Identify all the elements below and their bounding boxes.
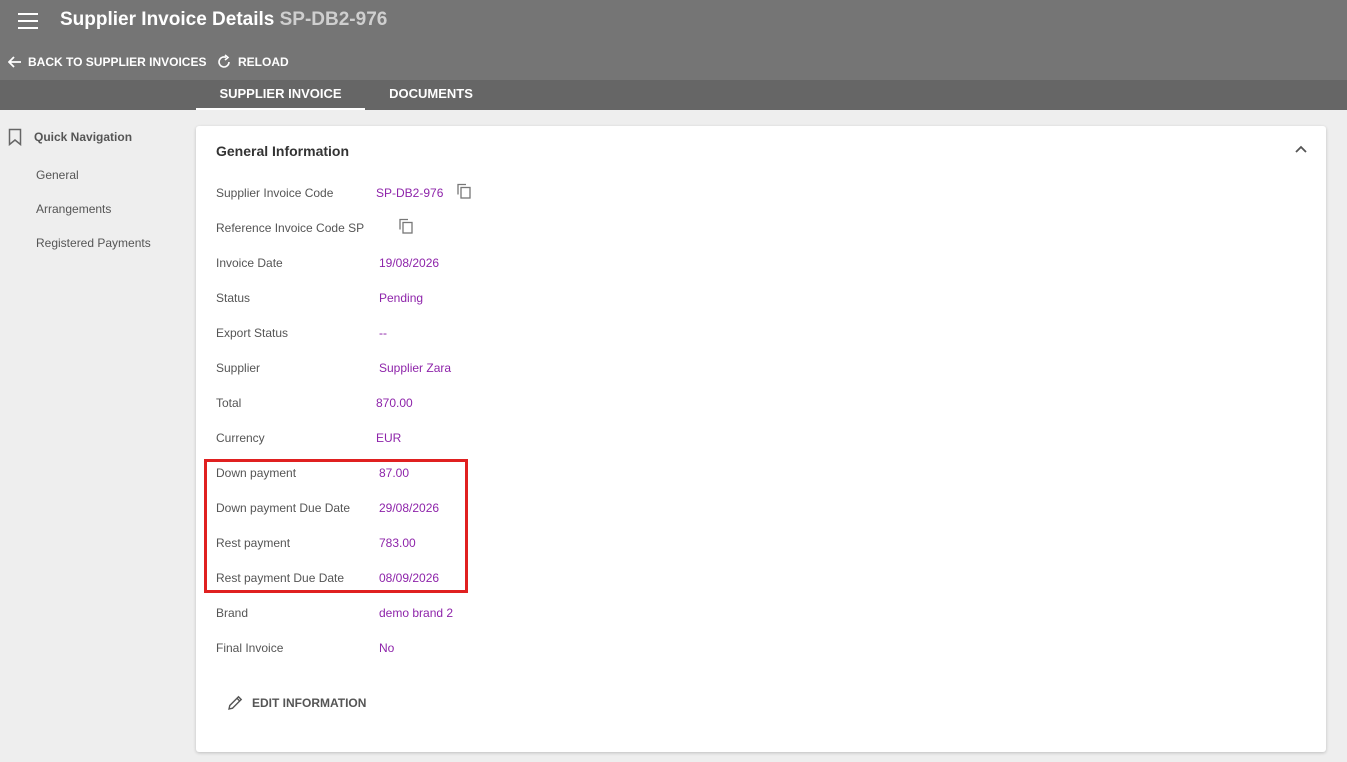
field-label: Invoice Date xyxy=(216,256,283,270)
top-bar: Supplier Invoice Details SP-DB2-976 BACK… xyxy=(0,0,1347,80)
field-label: Supplier xyxy=(216,361,261,375)
tab-supplier-invoice[interactable]: SUPPLIER INVOICE xyxy=(196,80,365,110)
quick-nav-item-general[interactable]: General xyxy=(36,168,79,182)
card-title: General Information xyxy=(216,143,350,159)
field-label: Supplier Invoice Code xyxy=(216,186,334,200)
field-value: demo brand 2 xyxy=(379,606,454,620)
quick-navigation-title: Quick Navigation xyxy=(34,130,133,144)
tab-bar: SUPPLIER INVOICE DOCUMENTS xyxy=(0,80,1347,110)
field-value: Pending xyxy=(379,291,424,305)
field-value: 87.00 xyxy=(379,466,410,480)
field-value: 783.00 xyxy=(379,536,416,550)
page-title: Supplier Invoice Details SP-DB2-976 xyxy=(60,9,387,31)
edit-information-button[interactable]: EDIT INFORMATION xyxy=(226,694,366,712)
field-label: Down payment xyxy=(216,466,297,480)
quick-nav-item-registered-payments[interactable]: Registered Payments xyxy=(36,236,151,250)
field-value: No xyxy=(379,641,395,655)
field-label: Brand xyxy=(216,606,249,620)
page-title-text: Supplier Invoice Details xyxy=(60,9,275,30)
field-label: Reference Invoice Code SP xyxy=(216,221,365,235)
copy-icon[interactable] xyxy=(456,183,472,199)
tab-documents[interactable]: DOCUMENTS xyxy=(375,80,487,110)
reload-icon xyxy=(218,54,230,68)
field-label: Export Status xyxy=(216,326,289,340)
field-label: Currency xyxy=(216,431,265,445)
quick-navigation-header: Quick Navigation xyxy=(8,128,132,146)
field-value: -- xyxy=(379,326,387,340)
field-value: 08/09/2026 xyxy=(379,571,440,585)
field-value: EUR xyxy=(376,431,402,445)
quick-nav-item-arrangements[interactable]: Arrangements xyxy=(36,202,111,216)
pencil-icon xyxy=(228,695,243,710)
bookmark-icon xyxy=(8,128,22,146)
back-button-label: BACK TO SUPPLIER INVOICES xyxy=(28,55,207,69)
field-label: Status xyxy=(216,291,251,305)
field-value: SP-DB2-976 xyxy=(376,186,444,200)
hamburger-menu-icon[interactable] xyxy=(18,13,38,29)
field-value: Supplier Zara xyxy=(379,361,452,375)
field-label: Down payment Due Date xyxy=(216,501,351,515)
copy-icon[interactable] xyxy=(398,218,414,234)
field-value: 870.00 xyxy=(376,396,413,410)
chevron-up-icon[interactable] xyxy=(1294,142,1308,156)
page-title-code: SP-DB2-976 xyxy=(279,9,388,30)
field-label: Final Invoice xyxy=(216,641,284,655)
reload-button-label: RELOAD xyxy=(238,55,289,69)
field-label: Rest payment xyxy=(216,536,291,550)
field-label: Rest payment Due Date xyxy=(216,571,345,585)
back-to-supplier-invoices-button[interactable]: BACK TO SUPPLIER INVOICES xyxy=(8,52,206,72)
field-value: 29/08/2026 xyxy=(379,501,440,515)
reload-button[interactable]: RELOAD xyxy=(216,52,289,72)
edit-information-label: EDIT INFORMATION xyxy=(252,696,367,710)
field-label: Total xyxy=(216,396,242,410)
arrow-left-icon xyxy=(8,56,21,68)
general-information-card: General Information Supplier Invoice Cod… xyxy=(196,126,1326,752)
field-value: 19/08/2026 xyxy=(379,256,440,270)
